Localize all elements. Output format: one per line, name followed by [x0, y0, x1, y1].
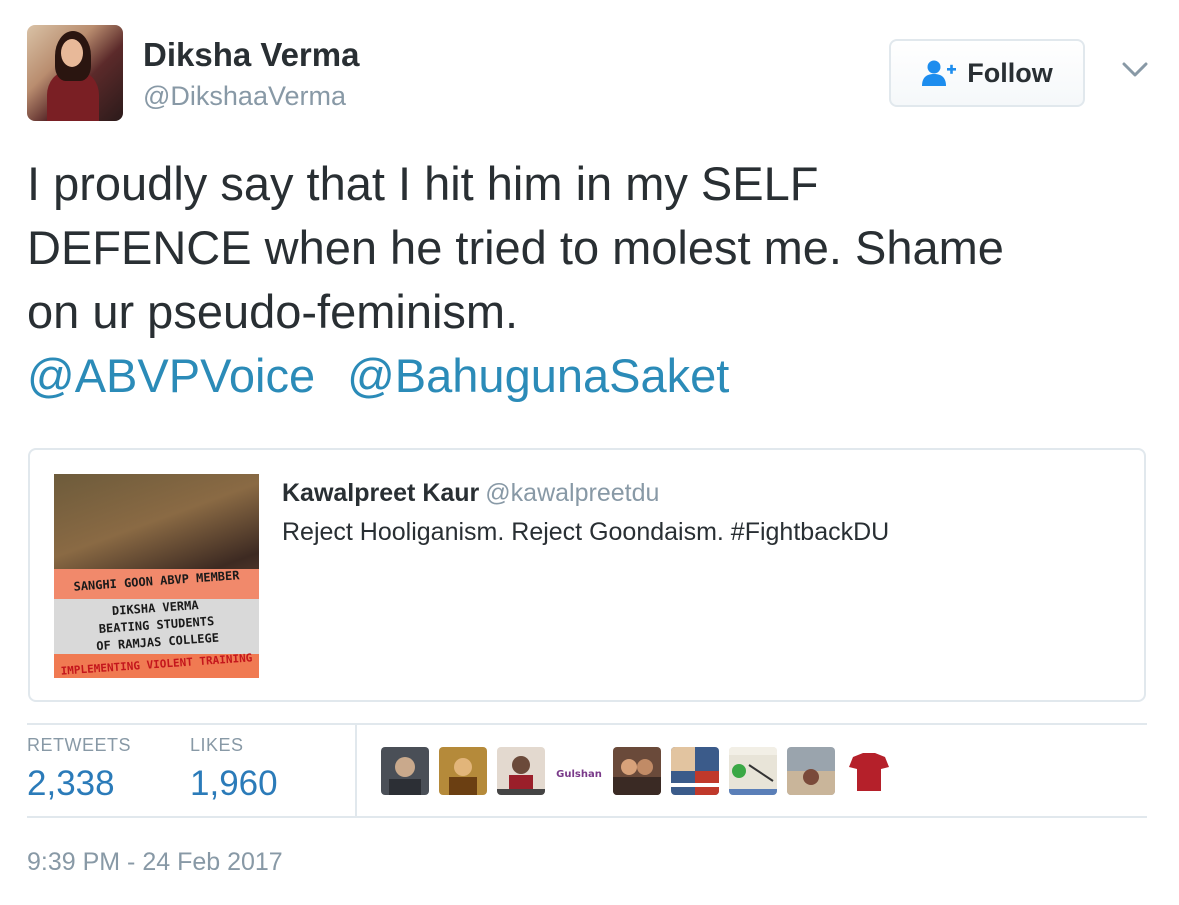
quoted-tweet-text: Reject Hooliganism. Reject Goondaism. #F… — [282, 518, 890, 546]
quoted-author: Kawalpreet Kaur @kawalpreetdu — [282, 479, 659, 508]
liker-avatar[interactable] — [671, 747, 719, 795]
avatar-face-shape — [61, 39, 83, 67]
liker-avatar[interactable] — [381, 747, 429, 795]
author-avatar[interactable] — [27, 25, 123, 121]
likes-stat[interactable]: LIKES 1,960 — [190, 735, 278, 804]
liker-avatar[interactable] — [729, 747, 777, 795]
liker-avatar[interactable] — [439, 747, 487, 795]
tweet-text-line: on ur pseudo-feminism. — [27, 285, 519, 338]
stats-divider-top — [27, 723, 1147, 725]
liker-avatar[interactable] — [845, 747, 893, 795]
liker-avatar[interactable]: Gulshan — [555, 747, 603, 795]
quoted-author-handle: @kawalpreetdu — [485, 479, 660, 507]
likes-count: 1,960 — [190, 764, 278, 803]
retweets-label: RETWEETS — [27, 735, 132, 755]
mention-link[interactable]: @ABVPVoice — [27, 349, 315, 402]
liker-avatar[interactable] — [497, 747, 545, 795]
tweet-text: I proudly say that I hit him in my SELF … — [27, 152, 1157, 408]
likes-label: LIKES — [190, 735, 244, 755]
follow-button-label: Follow — [967, 57, 1053, 88]
chevron-down-icon[interactable] — [1120, 58, 1150, 82]
svg-text:Gulshan: Gulshan — [556, 769, 602, 780]
quoted-tweet-image[interactable]: SANGHI GOON ABVP MEMBER DIKSHA VERMA BEA… — [54, 474, 259, 678]
mention-link[interactable]: @BahugunaSaket — [347, 349, 729, 402]
tweet-text-line: DEFENCE when he tried to molest me. Sham… — [27, 221, 1004, 274]
author-name[interactable]: Diksha Verma — [143, 36, 359, 74]
quoted-tweet-card[interactable]: SANGHI GOON ABVP MEMBER DIKSHA VERMA BEA… — [28, 448, 1146, 702]
liker-avatar[interactable] — [613, 747, 661, 795]
author-handle[interactable]: @DikshaaVerma — [143, 81, 346, 112]
follow-button[interactable]: Follow — [889, 39, 1085, 107]
tweet-timestamp[interactable]: 9:39 PM - 24 Feb 2017 — [27, 848, 283, 877]
quoted-author-name: Kawalpreet Kaur — [282, 479, 480, 507]
retweets-stat[interactable]: RETWEETS 2,338 — [27, 735, 131, 804]
retweets-count: 2,338 — [27, 764, 115, 803]
liker-avatar[interactable] — [787, 747, 835, 795]
stats-divider-bottom — [27, 816, 1147, 818]
add-user-icon — [921, 59, 957, 87]
stats-divider-vertical — [355, 725, 357, 816]
tweet-text-line: I proudly say that I hit him in my SELF — [27, 157, 819, 210]
